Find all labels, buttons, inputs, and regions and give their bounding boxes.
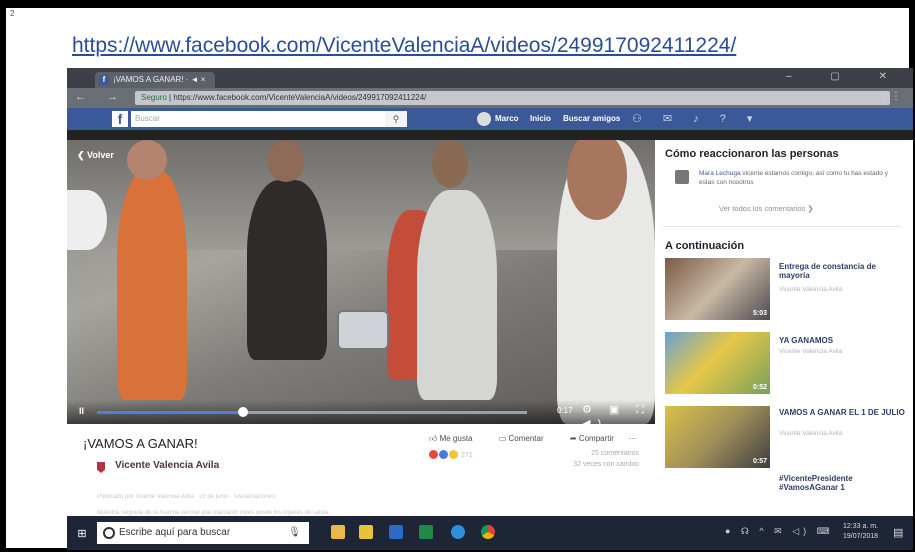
up-next-channel: Vicente Valencia Avila (779, 286, 843, 293)
video-title: ¡VAMOS A GANAR! (83, 436, 198, 451)
up-next-channel: Vicente Valencia Avila (779, 348, 843, 355)
video-duration: 5:03 (752, 310, 767, 317)
top-comment: Mara Lechuga vicente estamos contigo, as… (699, 169, 899, 187)
facebook-top-bar: f Buscar ⚲ Marco Inicio Buscar amigos ⚇ … (67, 108, 913, 130)
browser-address-bar: ← → C Seguro | https://www.facebook.com/… (67, 88, 913, 108)
comment-button[interactable]: ▭ Comentar (499, 434, 556, 443)
window-controls[interactable]: – ▢ ✕ (786, 71, 905, 82)
comment-author[interactable]: Mara Lechuga (699, 170, 741, 177)
notification-icons[interactable]: ⚇ ✉ ♪ ? ▾ (632, 112, 761, 125)
video-back-button[interactable]: ❮ Volver (77, 150, 114, 161)
video-person (247, 180, 327, 360)
up-next-title[interactable]: VAMOS A GANAR EL 1 DE JULIO (779, 408, 907, 417)
share-label: Compartir (578, 434, 614, 443)
up-next-thumbnail[interactable]: 0:52 (665, 332, 770, 394)
video-controls: II 0:17 ⚙ ▣ ⛶ ◀) (67, 400, 655, 424)
video-progress-handle[interactable] (238, 407, 249, 417)
post-meta: Publicado por Vicente Valencia Avila · 2… (97, 494, 277, 500)
notifications-icon[interactable]: ▤ (893, 526, 903, 539)
address-field[interactable]: Seguro | https://www.facebook.com/Vicent… (135, 91, 890, 105)
browser-tab-bar: f ¡VAMOS A GANAR! · ◄ × – ▢ ✕ (67, 68, 913, 88)
word-icon[interactable] (389, 525, 403, 539)
browser-screenshot: f ¡VAMOS A GANAR! · ◄ × – ▢ ✕ ← → C Segu… (67, 68, 913, 550)
divider (663, 226, 901, 227)
video-progress-bar[interactable] (97, 407, 527, 417)
edge-icon[interactable] (451, 525, 465, 539)
sidebar: Cómo reaccionaron las personas Mara Lech… (655, 140, 913, 516)
windows-start-icon[interactable]: ⊞ (75, 527, 89, 541)
excel-icon[interactable] (419, 525, 433, 539)
page-name-link[interactable]: Vicente Valencia Avila (115, 460, 219, 471)
video-actions: 👍︎ Me gusta ▭ Comentar ➦ Compartir ··· (429, 434, 648, 444)
find-friends-link[interactable]: Buscar amigos (563, 108, 620, 130)
video-player[interactable]: ❮ Volver II 0:17 ⚙ ▣ ⛶ ◀) (67, 140, 655, 424)
video-person (417, 190, 497, 400)
up-next-title[interactable]: Entrega de constancia de mayoría (779, 262, 907, 280)
video-person-head (267, 140, 305, 182)
address-url: https://www.facebook.com/VicenteValencia… (173, 93, 427, 102)
system-tray-icons[interactable]: ● ☊ ^ ✉ ◁) ⌨ (725, 526, 834, 537)
chrome-icon[interactable] (481, 525, 495, 539)
drum (337, 310, 389, 350)
store-icon[interactable] (359, 525, 373, 539)
user-name-link[interactable]: Marco (495, 108, 519, 130)
taskbar-search-placeholder: Escribe aquí para buscar (119, 527, 231, 538)
video-duration: 0:52 (752, 384, 767, 391)
video-person-head (432, 140, 468, 188)
see-all-label: Ver todos los comentarios (719, 204, 806, 213)
video-person (117, 170, 187, 400)
page-number: 2 (10, 9, 15, 18)
pause-icon[interactable]: II (79, 406, 84, 416)
windows-taskbar: ⊞ Escribe aquí para buscar 🎙︎ ● ☊ ^ ✉ ◁)… (67, 516, 913, 550)
facebook-logo-icon[interactable]: f (112, 111, 128, 127)
commenter-avatar[interactable] (675, 170, 689, 184)
up-next-heading: A continuación (665, 240, 745, 252)
video-url-link[interactable]: https://www.facebook.com/VicenteValencia… (72, 34, 736, 58)
up-next-title-partial[interactable]: #VicentePresidente #VamosAGanar 1 (779, 474, 907, 496)
like-button[interactable]: 👍︎ Me gusta (429, 434, 485, 443)
cortana-icon (103, 527, 115, 539)
reactions-heading: Cómo reaccionaron las personas (665, 148, 839, 160)
microphone-icon[interactable]: 🎙︎ (288, 522, 301, 544)
video-progress-fill (97, 411, 244, 414)
facebook-search-input[interactable]: Buscar (131, 111, 406, 127)
haha-reaction-icon (449, 450, 458, 460)
page-shield-icon (97, 462, 105, 473)
user-avatar[interactable] (477, 112, 491, 126)
file-explorer-icon[interactable] (331, 525, 345, 539)
video-back-label: Volver (87, 150, 114, 160)
video-stats: 25 comentarios 32 veces con cambio (573, 448, 639, 470)
video-settings-icons[interactable]: ⚙ ▣ ⛶ ◀) (582, 403, 655, 424)
comments-count[interactable]: 25 comentarios (573, 448, 639, 459)
like-reaction-icon (439, 450, 448, 460)
bookmark-star-icon[interactable]: ☆ ⋮ (879, 91, 901, 102)
reactions-count: 271 (461, 452, 473, 459)
up-next-channel: Vicente Valencia Avila (779, 430, 843, 437)
megaphone (67, 190, 107, 250)
like-label: Me gusta (439, 434, 473, 443)
see-all-comments-link[interactable]: Ver todos los comentarios ❯ (719, 204, 814, 213)
reactions-summary[interactable]: 271 (429, 450, 473, 460)
views-count: 32 veces con cambio (573, 461, 639, 468)
secure-label: Seguro (141, 93, 167, 102)
facebook-favicon-icon: f (99, 75, 109, 85)
clock-time: 12:33 a. m. (843, 523, 879, 530)
search-icon[interactable]: ⚲ (385, 111, 407, 127)
comment-label: Comentar (508, 434, 544, 443)
video-person-head (127, 140, 167, 180)
taskbar-search-input[interactable]: Escribe aquí para buscar 🎙︎ (97, 522, 309, 544)
clock-date: 19/07/2018 (843, 533, 879, 540)
share-button[interactable]: ➦ Compartir ··· (570, 434, 636, 443)
video-time: 0:17 (557, 406, 573, 415)
up-next-thumbnail[interactable]: 0:57 (665, 406, 770, 468)
tab-title: ¡VAMOS A GANAR! · ◄ × (113, 75, 206, 84)
browser-tab[interactable]: f ¡VAMOS A GANAR! · ◄ × (95, 72, 215, 88)
taskbar-clock[interactable]: 12:33 a. m. 19/07/2018 (843, 522, 878, 542)
home-link[interactable]: Inicio (530, 108, 551, 130)
love-reaction-icon (429, 450, 438, 460)
video-duration: 0:57 (752, 458, 767, 465)
up-next-thumbnail[interactable]: 5:03 (665, 258, 770, 320)
up-next-title[interactable]: YA GANAMOS (779, 336, 907, 345)
